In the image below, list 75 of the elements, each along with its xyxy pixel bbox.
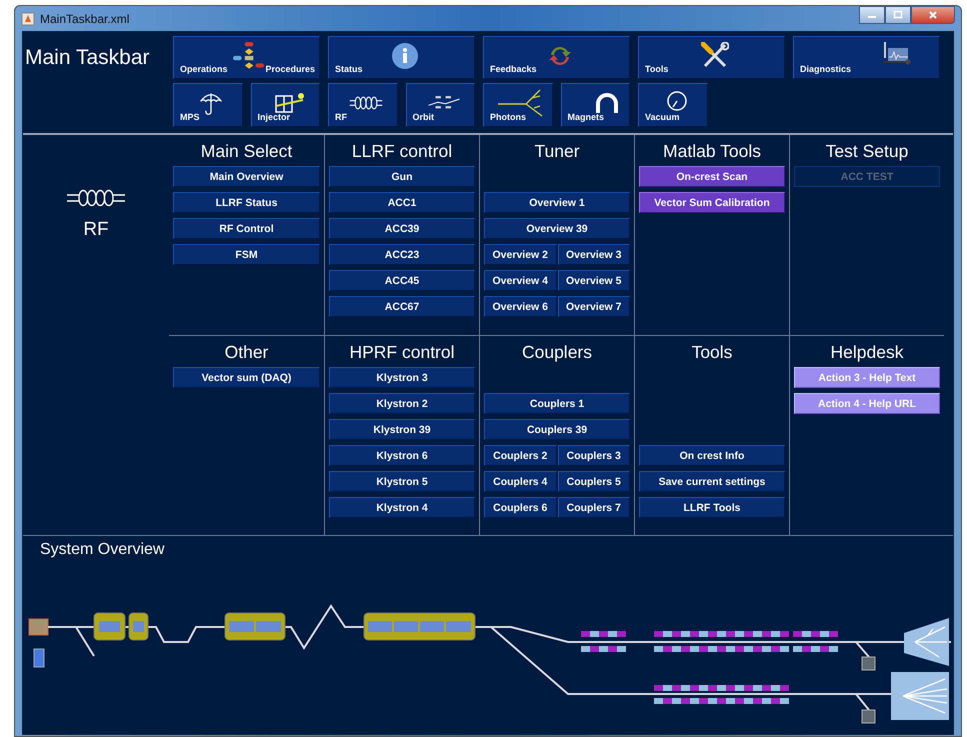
category-button[interactable]: Injector bbox=[250, 83, 320, 127]
action-button[interactable]: Couplers 3 bbox=[558, 445, 630, 466]
category-button[interactable]: Diagnostics bbox=[793, 36, 940, 79]
gauge-icon bbox=[666, 90, 688, 112]
section-title: System Overview bbox=[40, 541, 166, 559]
column-heading: Couplers bbox=[520, 342, 594, 362]
close-button[interactable] bbox=[911, 6, 955, 24]
column-heading: LLRF control bbox=[350, 141, 454, 161]
action-button[interactable]: Couplers 6 bbox=[484, 497, 556, 518]
action-button[interactable]: Klystron 3 bbox=[329, 367, 475, 388]
action-button[interactable]: Vector sum (DAQ) bbox=[173, 367, 320, 388]
column-heading: Tuner bbox=[533, 141, 581, 161]
category-button[interactable]: Magnets bbox=[560, 83, 630, 127]
action-button[interactable]: Overview 4 bbox=[484, 270, 556, 291]
action-button[interactable]: LLRF Status bbox=[173, 192, 320, 213]
action-button[interactable]: Overview 6 bbox=[484, 296, 556, 317]
action-button[interactable]: Couplers 39 bbox=[484, 419, 630, 440]
action-button[interactable]: ACC67 bbox=[329, 296, 475, 317]
category-button[interactable]: Photons bbox=[483, 83, 552, 127]
action-button[interactable]: Couplers 1 bbox=[484, 393, 630, 414]
horseshoe-magnet-icon bbox=[594, 91, 620, 115]
action-button[interactable]: LLRF Tools bbox=[639, 497, 785, 518]
action-button[interactable]: Overview 39 bbox=[484, 218, 630, 239]
action-button[interactable]: On-crest Scan bbox=[639, 166, 785, 187]
action-button[interactable]: Klystron 4 bbox=[329, 497, 475, 518]
column-heading: Tools bbox=[690, 342, 734, 362]
window-title: MainTaskbar.xml bbox=[40, 12, 130, 26]
category-button[interactable]: Vacuum bbox=[638, 83, 708, 127]
category-button[interactable]: MPS bbox=[173, 83, 242, 127]
column-heading: Main Select bbox=[200, 141, 294, 161]
action-button[interactable]: Klystron 2 bbox=[329, 393, 475, 414]
category-button[interactable]: Tools bbox=[638, 36, 785, 79]
action-button[interactable]: Vector Sum Calibration bbox=[639, 192, 785, 213]
minimize-button[interactable] bbox=[859, 6, 885, 24]
info-icon bbox=[391, 42, 419, 70]
action-button[interactable]: Overview 5 bbox=[558, 270, 630, 291]
action-button[interactable]: Klystron 39 bbox=[329, 419, 475, 440]
action-button[interactable]: Klystron 5 bbox=[329, 471, 475, 492]
category-button[interactable]: Operations Procedures bbox=[173, 36, 320, 79]
action-button[interactable]: FSM bbox=[173, 244, 320, 265]
app-icon bbox=[21, 12, 35, 26]
panel-label: RF bbox=[83, 219, 109, 241]
column-heading: HPRF control bbox=[348, 342, 456, 362]
action-button[interactable]: Overview 1 bbox=[484, 192, 630, 213]
app-title: Main Taskbar bbox=[24, 45, 151, 71]
action-button[interactable]: Overview 7 bbox=[558, 296, 630, 317]
action-button[interactable]: RF Control bbox=[173, 218, 320, 239]
action-button[interactable]: Save current settings bbox=[639, 471, 785, 492]
column-heading: Matlab Tools bbox=[662, 141, 762, 161]
maximize-button[interactable] bbox=[885, 6, 911, 24]
category-button[interactable]: Status bbox=[328, 36, 475, 79]
maximize-icon bbox=[893, 10, 903, 20]
wrench-screwdriver-icon bbox=[701, 42, 729, 70]
action-button[interactable]: Gun bbox=[329, 166, 475, 187]
action-button[interactable]: Couplers 2 bbox=[484, 445, 556, 466]
category-button[interactable]: RF bbox=[328, 83, 398, 127]
action-button[interactable]: Main Overview bbox=[173, 166, 320, 187]
category-button[interactable]: Feedbacks bbox=[483, 36, 630, 79]
category-button[interactable]: Orbit bbox=[406, 83, 475, 127]
action-button[interactable]: On crest Info bbox=[639, 445, 785, 466]
column-heading: Helpdesk bbox=[830, 342, 904, 362]
action-button[interactable]: Klystron 6 bbox=[329, 445, 475, 466]
action-button[interactable]: Couplers 5 bbox=[558, 471, 630, 492]
column-heading: Test Setup bbox=[824, 141, 910, 161]
action-button[interactable]: Couplers 4 bbox=[484, 471, 556, 492]
action-button[interactable]: Couplers 7 bbox=[558, 497, 630, 518]
action-button[interactable]: ACC39 bbox=[329, 218, 475, 239]
action-button[interactable]: ACC45 bbox=[329, 270, 475, 291]
close-icon bbox=[928, 10, 938, 20]
action-button[interactable]: Overview 2 bbox=[484, 244, 556, 265]
coil-icon bbox=[66, 187, 126, 209]
action-button[interactable]: Overview 3 bbox=[558, 244, 630, 265]
column-heading: Other bbox=[224, 342, 270, 362]
action-button[interactable]: ACC1 bbox=[329, 192, 475, 213]
action-button[interactable]: ACC23 bbox=[329, 244, 475, 265]
